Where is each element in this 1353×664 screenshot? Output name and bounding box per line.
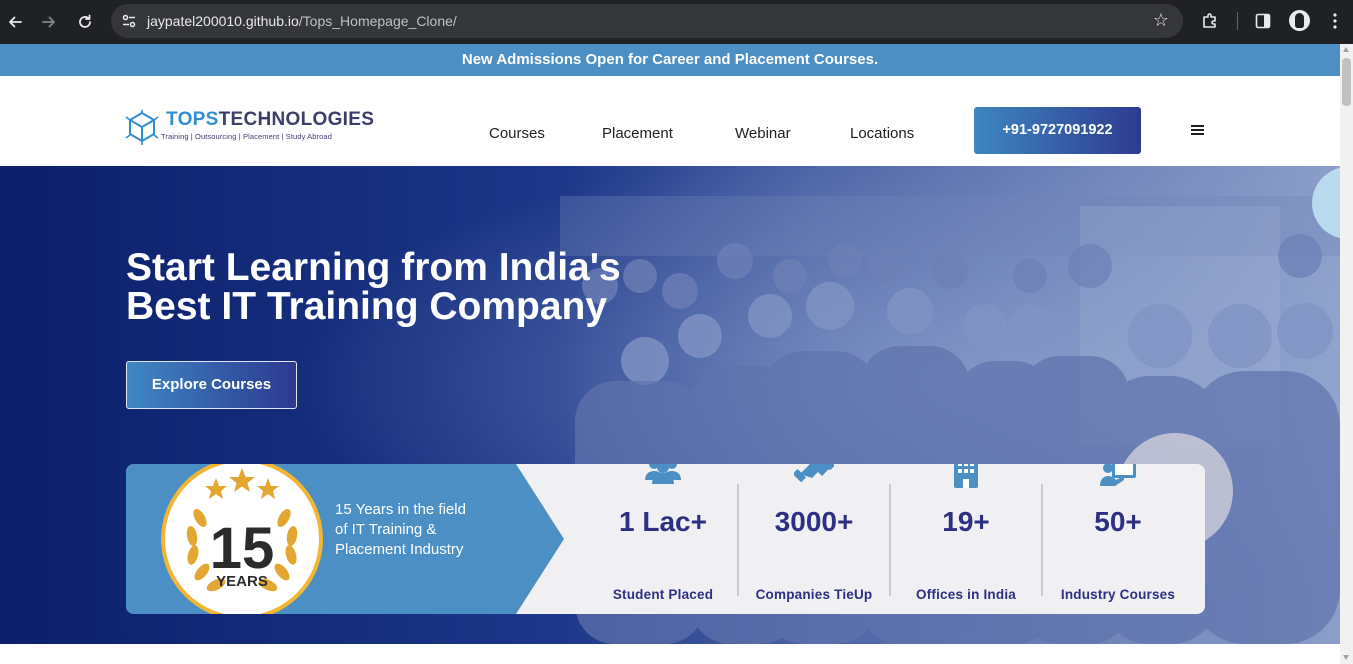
hero-title-line2: Best IT Training Company (126, 285, 608, 328)
nav-placement[interactable]: Placement (602, 125, 673, 142)
reload-icon[interactable] (73, 10, 97, 34)
stat-label: Student Placed (612, 587, 714, 602)
extensions-icon[interactable] (1199, 10, 1221, 32)
stat-value: 3000+ (774, 506, 854, 537)
url-host: jaypatel200010.github.io (147, 13, 299, 29)
hero-title: Start Learning from India's Best IT Trai… (126, 248, 746, 326)
announcement-bar: New Admissions Open for Career and Place… (0, 44, 1340, 76)
years-line3: Placement Industry (335, 541, 464, 558)
stat-value: 19+ (942, 506, 990, 537)
browser-toolbar: jaypatel200010.github.io/Tops_Homepage_C… (0, 0, 1353, 44)
url-text[interactable]: jaypatel200010.github.io/Tops_Homepage_C… (147, 13, 457, 29)
years-description: 15 Years in the field of IT Training & P… (335, 500, 515, 560)
nav-courses[interactable]: Courses (489, 125, 545, 142)
side-panel-icon[interactable] (1252, 10, 1274, 32)
scroll-down-icon[interactable] (1343, 655, 1349, 660)
logo-tagline: Training | Outsourcing | Placement | Stu… (161, 132, 332, 141)
nav-webinar[interactable]: Webinar (735, 125, 791, 142)
nav-locations[interactable]: Locations (850, 125, 914, 142)
toolbar-separator (1237, 12, 1238, 30)
stat-offices-india: 19+ Offices in India (891, 464, 1041, 614)
forward-icon[interactable] (37, 10, 61, 34)
logo-brand-text: TOPSTECHNOLOGIES (166, 109, 374, 131)
years-line1: 15 Years in the field (335, 501, 466, 518)
logo-cube-icon (125, 110, 159, 145)
scroll-up-icon[interactable] (1343, 47, 1349, 52)
explore-courses-button[interactable]: Explore Courses (126, 361, 297, 409)
phone-button[interactable]: +91-9727091922 (974, 107, 1141, 154)
back-icon[interactable] (3, 10, 27, 34)
logo-brand-technologies: TECHNOLOGIES (218, 109, 375, 130)
url-path: /Tops_Homepage_Clone/ (298, 13, 457, 29)
tops-logo[interactable]: TOPSTECHNOLOGIES Training | Outsourcing … (125, 108, 375, 148)
stat-label: Offices in India (916, 587, 1016, 602)
bookmark-star-icon[interactable]: ☆ (1153, 10, 1169, 31)
kebab-menu-icon[interactable] (1324, 10, 1346, 32)
stat-industry-courses: 50+ Industry Courses (1043, 464, 1193, 614)
fifteen-years-badge: 15 YEARS (161, 464, 323, 614)
handshake-icon (794, 464, 834, 482)
students-icon (645, 464, 681, 484)
hamburger-icon[interactable] (1191, 124, 1205, 136)
address-bar[interactable]: jaypatel200010.github.io/Tops_Homepage_C… (111, 4, 1183, 38)
site-header: TOPSTECHNOLOGIES Training | Outsourcing … (0, 76, 1340, 166)
stat-label: Industry Courses (1060, 587, 1176, 602)
years-line2: of IT Training & (335, 521, 437, 538)
profile-avatar[interactable] (1289, 10, 1310, 31)
badge-caption: YEARS (216, 573, 268, 590)
hero-title-line1: Start Learning from India's (126, 246, 621, 289)
web-page: New Admissions Open for Career and Place… (0, 44, 1340, 664)
page-bottom-strip (0, 644, 1340, 664)
course-presentation-icon (1100, 464, 1136, 486)
stat-companies-tieup: 3000+ Companies TieUp (739, 464, 889, 614)
logo-brand-tops: TOPS (166, 109, 219, 130)
stat-student-placed: 1 Lac+ Student Placed (588, 464, 738, 614)
stat-value: 50+ (1094, 506, 1142, 537)
badge-number: 15 (210, 516, 275, 581)
stats-card: 15 YEARS 15 Years in the field of IT Tra… (126, 464, 1205, 614)
site-settings-icon[interactable] (121, 13, 137, 29)
scrollbar-thumb[interactable] (1342, 58, 1351, 106)
office-building-icon (954, 464, 978, 488)
stat-label: Companies TieUp (755, 587, 873, 602)
page-scrollbar[interactable] (1340, 44, 1353, 664)
stat-value: 1 Lac+ (619, 506, 707, 537)
hero-section: Start Learning from India's Best IT Trai… (0, 166, 1340, 644)
